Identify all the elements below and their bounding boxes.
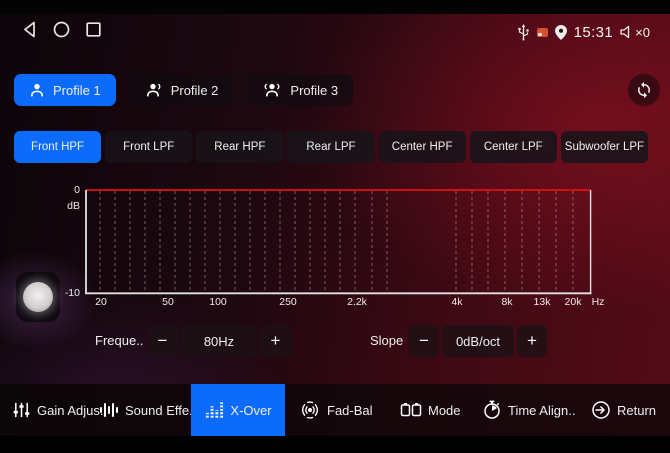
tab-label: Front LPF [123,141,174,153]
tab-rear-lpf[interactable]: Rear LPF [287,131,374,163]
tab-label: Rear HPF [214,141,265,153]
tab-rear-hpf[interactable]: Rear HPF [196,131,283,163]
frequency-value: 80Hz [181,325,257,357]
head-unit-screen: 15:31 ×0 Profile 1 Profile 2 [0,0,670,453]
x-tick-label: 20 [95,296,107,308]
nav-label: Return [617,403,656,418]
tab-front-lpf[interactable]: Front LPF [105,131,192,163]
volume-indicator: ×0 [620,25,650,40]
tab-label: Center LPF [484,141,543,153]
graph-gridlines [100,191,573,290]
x-tick-label: 50 [162,296,174,308]
x-tick-label: 250 [279,296,297,308]
gain-sliders-icon [12,401,31,419]
crossover-filter-tabs: Front HPF Front LPF Rear HPF Rear LPF Ce… [14,131,648,163]
x-tick-label: 100 [209,296,227,308]
slope-value-text: 0dB/oct [456,334,500,349]
nav-label: Time Align.. [508,403,575,418]
nav-label: Fad-Bal [327,403,373,418]
tab-front-hpf[interactable]: Front HPF [14,131,101,163]
person-broadcast-icon [262,82,282,98]
frequency-value-text: 80Hz [204,334,234,349]
speaker-mute-icon [620,25,633,39]
person-speaking-icon [145,82,163,98]
x-tick-label: 20k [565,296,582,308]
volume-level-text: ×0 [635,25,650,40]
minus-icon: − [158,331,168,351]
status-icons: 15:31 ×0 [517,18,650,46]
nav-return[interactable]: Return [591,384,656,436]
y-tick-label: dB [60,200,80,212]
tab-label: Front HPF [31,141,84,153]
nav-x-over[interactable]: X-Over [191,384,285,436]
profile-2-button[interactable]: Profile 2 [130,74,234,106]
back-button[interactable] [18,18,40,40]
frequency-plus-button[interactable]: + [260,325,291,357]
profile-tabs: Profile 1 Profile 2 Profile 3 [14,74,353,106]
nav-sound-effect[interactable]: Sound Effe.. [99,384,196,436]
x-tick-label: 13k [534,296,551,308]
slope-plus-button[interactable]: + [517,325,547,357]
home-button[interactable] [50,18,72,40]
slope-value: 0dB/oct [442,325,514,357]
tab-label: Center HPF [392,141,453,153]
bottom-nav-bar: Gain Adjus.. Sound Effe.. X-Over [0,384,670,436]
xover-equalizer-icon [204,401,224,419]
nav-label: X-Over [230,403,271,418]
tab-center-hpf[interactable]: Center HPF [379,131,466,163]
frequency-label: Freque.. [95,325,143,357]
crossover-graph [85,184,592,297]
x-tick-label: 2.2k [347,296,367,308]
nav-time-align[interactable]: Time Align.. [482,384,575,436]
plus-icon: + [271,331,281,351]
tab-subwoofer-lpf[interactable]: Subwoofer LPF [561,131,648,163]
recents-icon [86,22,101,37]
android-nav-buttons [18,18,104,40]
slope-minus-button[interactable]: − [409,325,439,357]
fader-balance-icon [299,400,321,420]
minus-icon: − [419,331,429,351]
tab-center-lpf[interactable]: Center LPF [470,131,557,163]
person-icon [29,82,45,98]
bottom-strip [0,436,670,453]
frequency-minus-button[interactable]: − [147,325,178,357]
tab-label: Subwoofer LPF [565,141,644,153]
y-tick-label: 0 [60,184,80,196]
location-icon [555,25,567,40]
return-icon [591,400,611,420]
back-icon [22,21,36,38]
profile-label: Profile 2 [171,83,219,98]
profile-label: Profile 1 [53,83,101,98]
profile-3-button[interactable]: Profile 3 [247,74,353,106]
nav-label: Mode [428,403,461,418]
tab-label: Rear LPF [306,141,355,153]
nav-label: Sound Effe.. [125,403,196,418]
x-axis-labels: 20 50 100 250 2.2k 4k 8k 13k 20k Hz [0,296,670,310]
x-tick-label: Hz [592,296,605,308]
usb-icon [517,24,530,41]
sound-effect-icon [99,402,119,418]
slope-label: Slope [370,325,403,357]
x-tick-label: 8k [501,296,512,308]
plus-icon: + [527,331,537,351]
recents-button[interactable] [82,18,104,40]
mode-icon [400,402,422,418]
status-time: 15:31 [574,24,614,41]
nav-label: Gain Adjus.. [37,403,107,418]
nav-mode[interactable]: Mode [400,384,461,436]
sync-icon [635,81,653,99]
cast-badge-icon [537,28,548,37]
profile-label: Profile 3 [290,83,338,98]
nav-fad-bal[interactable]: Fad-Bal [299,384,373,436]
x-tick-label: 4k [451,296,462,308]
nav-gain-adjust[interactable]: Gain Adjus.. [12,384,107,436]
home-icon [53,21,70,38]
profile-1-button[interactable]: Profile 1 [14,74,116,106]
time-align-icon [482,400,502,420]
top-strip [0,0,670,14]
reset-button[interactable] [628,74,660,106]
